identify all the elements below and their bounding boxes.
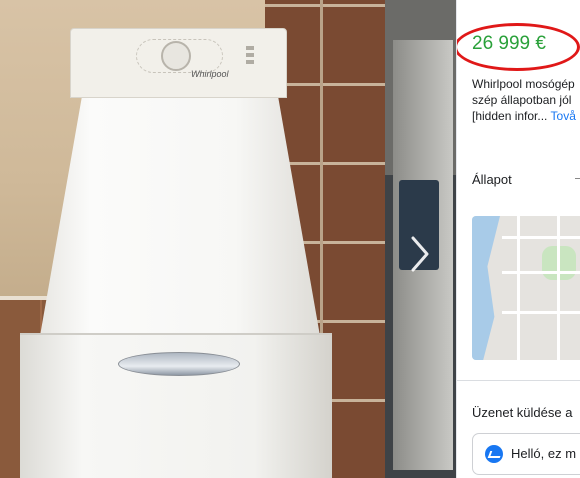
condition-label: Állapot [472, 172, 512, 187]
map-street [517, 216, 520, 360]
description-line-1: Whirlpool mosógép [472, 77, 575, 91]
washing-machine: Whirlpool [20, 28, 332, 478]
location-map[interactable] [472, 216, 580, 360]
photo-gallery: Whirlpool [0, 0, 456, 478]
map-street [502, 271, 580, 274]
listing-photo[interactable]: Whirlpool [0, 0, 385, 478]
washer-control-panel: Whirlpool [70, 28, 287, 98]
map-street [557, 216, 560, 360]
panel-buttons [246, 43, 276, 73]
listing-details-panel: 26 999 € Whirlpool mosógép szép állapotb… [456, 0, 580, 478]
send-message-title: Üzenet küldése a [472, 405, 573, 420]
see-more-link[interactable]: Tovå [551, 109, 576, 123]
messenger-icon [485, 445, 503, 463]
message-text: Helló, ez m [511, 446, 577, 461]
map-street [502, 311, 580, 314]
program-knob [161, 41, 191, 71]
section-divider [457, 380, 580, 381]
chevron-right-icon[interactable] [404, 232, 434, 276]
brand-logo: Whirlpool [191, 69, 229, 79]
listing-price: 26 999 € [472, 33, 546, 54]
condition-value [575, 178, 580, 179]
price-block: 26 999 € [457, 20, 580, 71]
next-arrow-glyph [411, 236, 429, 272]
washer-handle [118, 352, 240, 376]
washer-top-body [40, 96, 320, 336]
description-hidden-info: [hidden infor... [472, 109, 548, 123]
message-input[interactable]: Helló, ez m [472, 433, 580, 475]
description-line-2: szép állapotban jól [472, 93, 572, 107]
listing-description: Whirlpool mosógép szép állapotban jól [h… [472, 76, 580, 124]
map-water [472, 216, 500, 360]
description-line-3: [hidden infor... Tovå [472, 108, 580, 124]
map-street [502, 236, 580, 239]
